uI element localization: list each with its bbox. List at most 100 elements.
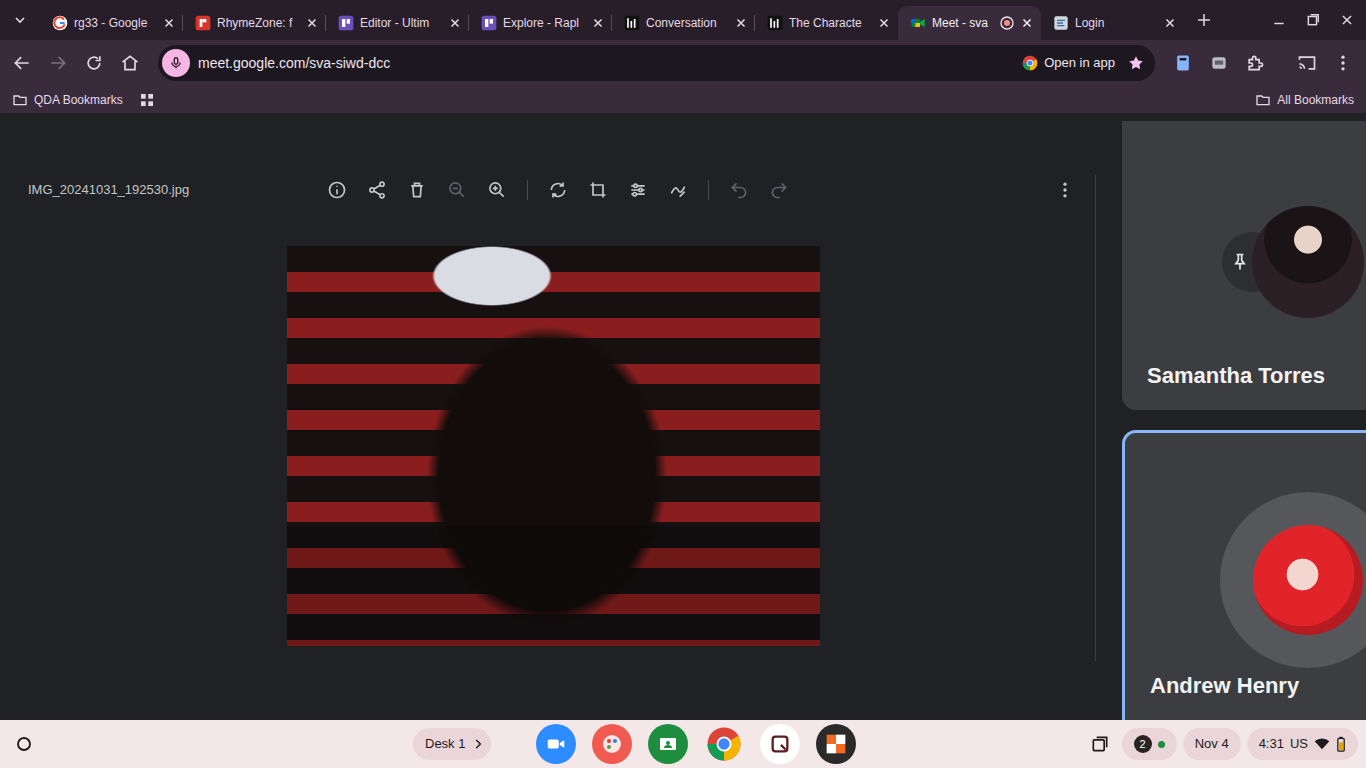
close-tab-icon[interactable]	[1164, 17, 1176, 29]
favicon-icon	[624, 15, 640, 31]
calculator-icon[interactable]	[1165, 45, 1201, 81]
browser-tab[interactable]: RhymeZone: f	[183, 6, 326, 40]
date-button[interactable]: Nov 4	[1183, 728, 1241, 760]
cast-icon[interactable]	[1289, 45, 1325, 81]
tab-title[interactable]: Meet - sva	[932, 14, 993, 32]
extension-app-icon[interactable]	[1201, 45, 1237, 81]
favicon-icon	[1053, 15, 1069, 31]
quick-app-icon[interactable]	[760, 724, 800, 764]
open-in-app-label[interactable]: Open in app	[1044, 53, 1115, 73]
launcher-icon[interactable]	[8, 728, 40, 760]
rotate-icon[interactable]	[538, 175, 578, 205]
microphone-icon[interactable]	[162, 49, 190, 77]
desk-button[interactable]: Desk 1	[413, 728, 491, 760]
browser-tab[interactable]: Meet - sva	[898, 6, 1041, 40]
holding-space-icon[interactable]	[1084, 728, 1116, 760]
all-bookmarks-label[interactable]: All Bookmarks	[1277, 91, 1354, 109]
tab-title[interactable]: RhymeZone: f	[217, 14, 294, 32]
zoom-app-icon[interactable]	[536, 724, 576, 764]
open-in-app-button[interactable]: Open in app	[1022, 53, 1127, 73]
browser-tab[interactable]: Editor - Ultim	[326, 6, 469, 40]
close-tab-icon[interactable]	[163, 17, 175, 29]
browser-tab[interactable]: The Characte	[755, 6, 898, 40]
chrome-app-icon[interactable]	[704, 724, 744, 764]
tab-title[interactable]: Conversation	[646, 14, 723, 32]
checker-app-icon[interactable]	[816, 724, 856, 764]
desk-label[interactable]: Desk 1	[425, 734, 465, 754]
folder-icon	[12, 92, 28, 108]
participant-avatar	[1253, 525, 1363, 635]
browser-tab[interactable]: Explore - Rapl	[469, 6, 612, 40]
classroom-app-icon[interactable]	[648, 724, 688, 764]
tab-title[interactable]: The Characte	[789, 14, 866, 32]
status-area[interactable]: 4:31 US	[1247, 728, 1358, 760]
participant-avatar	[1252, 206, 1364, 318]
minimize-icon[interactable]	[1264, 5, 1294, 35]
apps-grid-icon[interactable]	[139, 92, 155, 108]
close-tab-icon[interactable]	[306, 17, 318, 29]
favicon-icon	[910, 15, 926, 31]
browser-tab[interactable]: Conversation	[612, 6, 755, 40]
forward-icon[interactable]	[40, 45, 76, 81]
close-tab-icon[interactable]	[735, 17, 747, 29]
close-tab-icon[interactable]	[1021, 17, 1033, 29]
participant-name: Samantha Torres	[1122, 359, 1366, 410]
participant-tile[interactable]: Andrew Henry	[1122, 430, 1366, 720]
photo-viewer: IMG_20241031_192530.jpg	[0, 113, 1122, 720]
canvas-app-icon[interactable]	[592, 724, 632, 764]
avatar-ring	[1220, 492, 1366, 668]
markup-icon[interactable]	[658, 175, 698, 205]
favicon-icon	[338, 15, 354, 31]
bookmark-folder[interactable]: QDA Bookmarks	[12, 91, 123, 109]
favicon-icon	[767, 15, 783, 31]
participants-panel: Samantha Torres Andrew Henry	[1122, 113, 1366, 720]
shelf: Desk 1 2 Nov 4 4:31 US	[0, 720, 1366, 768]
favicon-icon	[195, 15, 211, 31]
tab-title[interactable]: rg33 - Google	[74, 14, 151, 32]
close-tab-icon[interactable]	[878, 17, 890, 29]
tab-title[interactable]: Login	[1075, 14, 1152, 32]
redo-icon	[759, 175, 799, 205]
tab-title[interactable]: Editor - Ultim	[360, 14, 437, 32]
pin-icon[interactable]	[1230, 252, 1250, 272]
wifi-icon	[1314, 736, 1330, 752]
delete-icon[interactable]	[397, 175, 437, 205]
bookmark-star-icon[interactable]	[1127, 54, 1145, 72]
url-text[interactable]: meet.google.com/sva-siwd-dcc	[198, 53, 390, 74]
address-bar[interactable]: meet.google.com/sva-siwd-dcc Open in app	[158, 45, 1155, 81]
close-window-icon[interactable]	[1332, 5, 1362, 35]
locale-label[interactable]: US	[1290, 734, 1308, 754]
toolbar-separator	[698, 180, 719, 200]
menu-kebab-icon[interactable]	[1325, 45, 1361, 81]
maximize-icon[interactable]	[1298, 5, 1328, 35]
close-tab-icon[interactable]	[449, 17, 461, 29]
crop-icon[interactable]	[578, 175, 618, 205]
undo-icon	[719, 175, 759, 205]
tab-title[interactable]: Explore - Rapl	[503, 14, 580, 32]
share-icon[interactable]	[357, 175, 397, 205]
notification-count[interactable]: 2	[1134, 735, 1152, 753]
close-tab-icon[interactable]	[592, 17, 604, 29]
home-icon[interactable]	[112, 45, 148, 81]
tab-search-button[interactable]	[0, 0, 40, 40]
chevron-right-icon	[471, 737, 485, 751]
all-bookmarks[interactable]: All Bookmarks	[1255, 91, 1354, 109]
browser-tab[interactable]: Login	[1041, 6, 1184, 40]
extensions-puzzle-icon[interactable]	[1237, 45, 1273, 81]
info-icon[interactable]	[317, 175, 357, 205]
notifications-button[interactable]: 2	[1122, 728, 1177, 760]
date-label[interactable]: Nov 4	[1195, 734, 1229, 754]
time-label[interactable]: 4:31	[1259, 734, 1284, 754]
battery-icon	[1336, 736, 1346, 752]
status-dot	[1158, 741, 1165, 748]
browser-tab[interactable]: rg33 - Google	[40, 6, 183, 40]
reload-icon[interactable]	[76, 45, 112, 81]
more-options-icon[interactable]	[1045, 175, 1085, 205]
recording-icon	[999, 15, 1015, 31]
zoom-in-icon[interactable]	[477, 175, 517, 205]
back-icon[interactable]	[4, 45, 40, 81]
bookmark-label[interactable]: QDA Bookmarks	[34, 91, 123, 109]
adjust-icon[interactable]	[618, 175, 658, 205]
new-tab-button[interactable]	[1184, 0, 1224, 40]
participant-tile[interactable]: Samantha Torres	[1122, 121, 1366, 410]
